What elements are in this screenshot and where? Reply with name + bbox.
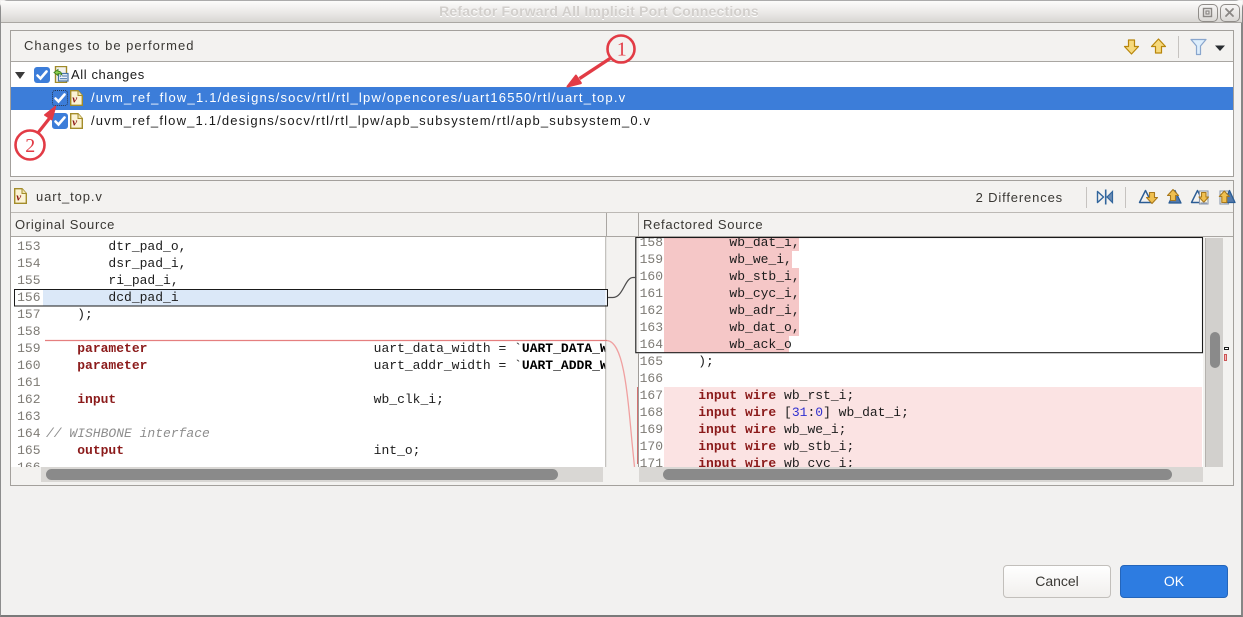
svg-text:1: 1	[617, 39, 627, 61]
svg-text:2: 2	[25, 135, 35, 157]
